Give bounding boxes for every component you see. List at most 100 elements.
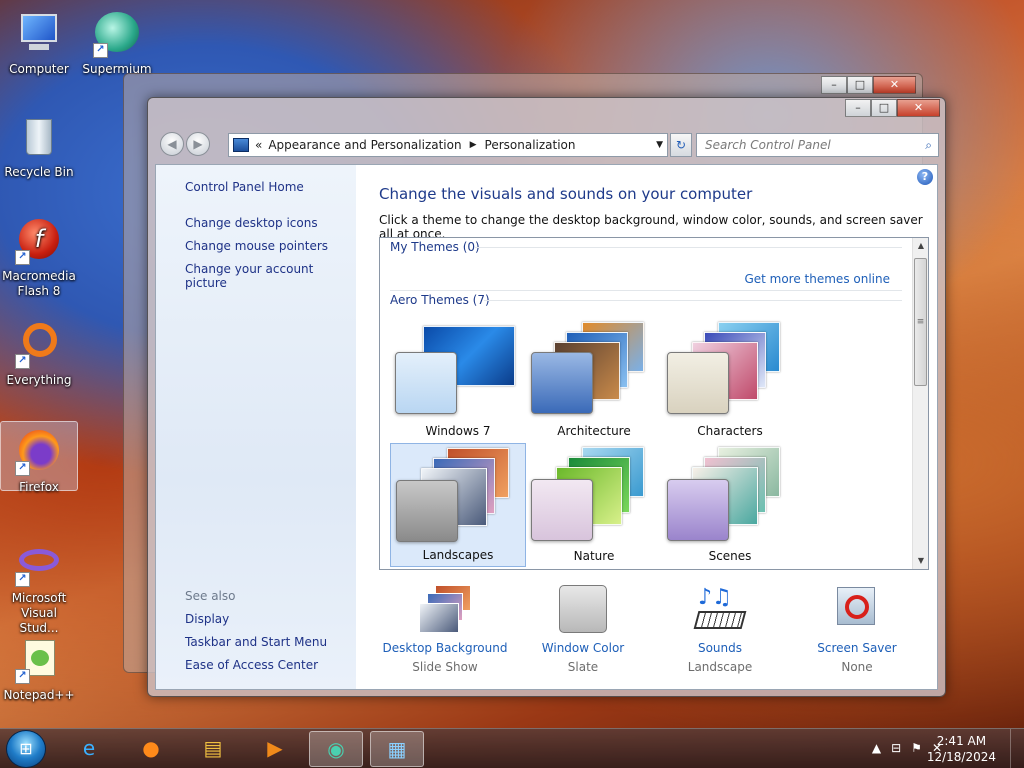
change-desktop-icons-link[interactable]: Change desktop icons xyxy=(185,216,318,230)
theme-landscapes[interactable]: Landscapes xyxy=(390,443,526,567)
desktop-icon-label: Computer xyxy=(9,62,69,76)
change-mouse-pointers-link[interactable]: Change mouse pointers xyxy=(185,239,328,253)
show-desktop-button[interactable] xyxy=(1010,729,1024,768)
minimize-button[interactable]: – xyxy=(845,99,871,117)
visual-studio-icon: ↗ xyxy=(15,539,63,587)
desktop-icon-label: Notepad++ xyxy=(3,688,75,702)
screen-saver-item[interactable]: Screen Saver None xyxy=(789,585,925,674)
supermium-taskbar-icon[interactable]: ◉ xyxy=(309,731,363,767)
close-button[interactable]: ✕ xyxy=(897,99,940,117)
background-window-caption-buttons: – □ ✕ xyxy=(821,76,916,94)
breadcrumb-overflow[interactable]: « xyxy=(255,138,262,152)
screen-saver-link[interactable]: Screen Saver xyxy=(789,641,925,655)
action-center-flag-icon[interactable]: ⚑ xyxy=(911,741,922,755)
theme-label: Windows 7 xyxy=(425,424,491,438)
scroll-thumb[interactable]: ≡ xyxy=(914,258,927,386)
help-icon[interactable]: ? xyxy=(917,169,933,185)
everything-icon: ↗ xyxy=(15,321,63,369)
sounds-link[interactable]: Sounds xyxy=(652,641,788,655)
address-dropdown-icon[interactable]: ▼ xyxy=(656,140,663,150)
clock-date: 12/18/2024 xyxy=(926,750,996,764)
screen-saver-value: None xyxy=(841,660,873,674)
desktop-icon-visual-studio[interactable]: ↗ Microsoft Visual Stud... xyxy=(0,533,78,636)
desktop-icon-computer[interactable]: Computer xyxy=(0,4,78,77)
search-input[interactable]: Search Control Panel ⌕ xyxy=(696,133,939,157)
theme-preview xyxy=(390,318,526,418)
theme-nature[interactable]: Nature xyxy=(526,443,662,567)
maximize-button[interactable]: □ xyxy=(871,99,897,117)
scroll-up-icon[interactable]: ▲ xyxy=(913,238,928,254)
desktop-icon-supermium[interactable]: ↗ Supermium xyxy=(78,4,156,77)
desktop-icon-macromedia-flash[interactable]: f ↗ Macromedia Flash 8 xyxy=(0,211,78,299)
window-color-link[interactable]: Window Color xyxy=(515,641,651,655)
control-panel-home-link[interactable]: Control Panel Home xyxy=(185,180,304,194)
search-icon[interactable]: ⌕ xyxy=(925,134,932,156)
see-also-heading: See also xyxy=(185,589,236,603)
theme-preview xyxy=(526,318,662,418)
get-more-themes-link[interactable]: Get more themes online xyxy=(744,272,890,286)
shortcut-arrow-icon: ↗ xyxy=(15,250,30,265)
desktop-icon-recycle-bin[interactable]: Recycle Bin xyxy=(0,107,78,180)
supermium-icon: ↗ xyxy=(93,10,141,58)
desktop-icon-label: Firefox xyxy=(19,480,59,494)
theme-label: Characters xyxy=(697,424,763,438)
theme-settings-row: Desktop Background Slide Show Window Col… xyxy=(379,585,939,685)
start-button[interactable]: ⊞ xyxy=(6,730,46,768)
desktop-background-icon xyxy=(417,585,473,635)
shortcut-arrow-icon: ↗ xyxy=(15,669,30,684)
internet-explorer-taskbar-icon[interactable]: e xyxy=(62,731,116,767)
desktop-background-item[interactable]: Desktop Background Slide Show xyxy=(377,585,513,674)
group-divider xyxy=(390,290,902,291)
breadcrumb-separator-icon[interactable]: ▶ xyxy=(470,140,477,150)
breadcrumb-personalization[interactable]: Personalization xyxy=(485,138,576,152)
address-toolbar: ◀ ▶ « Appearance and Personalization ▶ P… xyxy=(156,130,939,158)
theme-preview xyxy=(662,443,798,543)
change-account-picture-link[interactable]: Change your account picture xyxy=(185,262,356,290)
desktop-background-link[interactable]: Desktop Background xyxy=(377,641,513,655)
close-button[interactable]: ✕ xyxy=(873,76,916,94)
personalization-window: – □ ✕ ◀ ▶ « Appearance and Personalizati… xyxy=(147,97,946,697)
theme-windows-7[interactable]: Windows 7 xyxy=(390,318,526,442)
desktop-icon-firefox[interactable]: ↗ Firefox xyxy=(0,421,78,494)
firefox-taskbar-icon[interactable]: ● xyxy=(124,731,178,767)
forward-button[interactable]: ▶ xyxy=(186,132,210,156)
shortcut-arrow-icon: ↗ xyxy=(93,43,108,58)
theme-label: Architecture xyxy=(557,424,631,438)
theme-characters[interactable]: Characters xyxy=(662,318,798,442)
network-icon[interactable]: ⊟ xyxy=(891,741,901,755)
my-themes-heading[interactable]: My Themes (0) xyxy=(390,240,480,254)
maximize-button[interactable]: □ xyxy=(847,76,873,94)
desktop-icon-everything[interactable]: ↗ Everything xyxy=(0,315,78,388)
minimize-button[interactable]: – xyxy=(821,76,847,94)
desktop-icon-notepadpp[interactable]: ↗ Notepad++ xyxy=(0,630,78,703)
breadcrumb-appearance[interactable]: Appearance and Personalization xyxy=(268,138,461,152)
window-caption-buttons: – □ ✕ xyxy=(845,99,940,117)
theme-list-scrollbar[interactable]: ▲ ≡ ▼ xyxy=(912,238,928,569)
theme-architecture[interactable]: Architecture xyxy=(526,318,662,442)
sounds-item[interactable]: ♪♫ Sounds Landscape xyxy=(652,585,788,674)
address-bar[interactable]: « Appearance and Personalization ▶ Perso… xyxy=(228,133,668,157)
refresh-button[interactable]: ↻ xyxy=(670,133,692,157)
control-panel-taskbar-icon[interactable]: ▦ xyxy=(370,731,424,767)
clock[interactable]: 2:41 AM 12/18/2024 xyxy=(927,733,996,765)
back-button[interactable]: ◀ xyxy=(160,132,184,156)
theme-list[interactable]: My Themes (0) Get more themes online Aer… xyxy=(379,237,929,570)
display-link[interactable]: Display xyxy=(185,612,229,626)
taskbar-start-menu-link[interactable]: Taskbar and Start Menu xyxy=(185,635,327,649)
theme-scenes[interactable]: Scenes xyxy=(662,443,798,567)
page-title: Change the visuals and sounds on your co… xyxy=(379,185,753,203)
theme-label: Scenes xyxy=(708,549,752,563)
shortcut-arrow-icon: ↗ xyxy=(15,572,30,587)
window-color-item[interactable]: Window Color Slate xyxy=(515,585,651,674)
file-explorer-taskbar-icon[interactable]: ▤ xyxy=(186,731,240,767)
sounds-icon: ♪♫ xyxy=(692,585,748,635)
scroll-down-icon[interactable]: ▼ xyxy=(913,553,928,569)
flash-icon: f ↗ xyxy=(15,217,63,265)
aero-themes-heading[interactable]: Aero Themes (7) xyxy=(390,293,490,307)
shortcut-arrow-icon: ↗ xyxy=(15,461,30,476)
theme-label: Nature xyxy=(573,549,615,563)
ease-of-access-link[interactable]: Ease of Access Center xyxy=(185,658,318,672)
media-player-taskbar-icon[interactable]: ▶ xyxy=(248,731,302,767)
show-hidden-icons-icon[interactable]: ▲ xyxy=(872,741,881,755)
theme-label: Landscapes xyxy=(422,548,494,562)
